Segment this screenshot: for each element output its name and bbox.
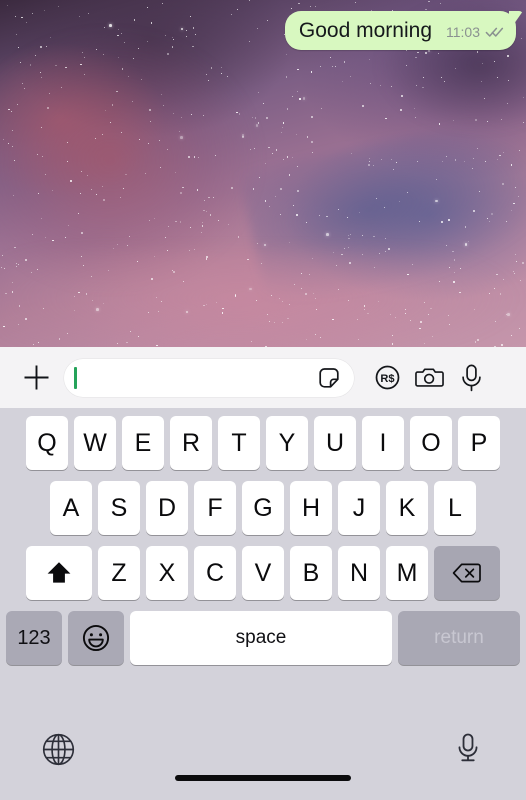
microphone-icon [461,364,481,391]
on-screen-keyboard: QWERTYUIOP ASDFGHJKL ZXCVBNM 123 space r… [0,408,526,713]
phone-screen: Good morning 11:03 R$ Q W E R T Y U I O … [0,0,526,800]
key-v[interactable]: V [242,546,284,600]
keyboard-row-3: ZXCVBNM [0,546,526,600]
keyboard-row-3-letters: ZXCVBNM [98,546,428,600]
backspace-key[interactable] [434,546,500,600]
numbers-key[interactable]: 123 [6,611,62,665]
message-timestamp: 11:03 [446,24,480,40]
brl-payment-icon: R$ [375,365,399,390]
key-z[interactable]: Z [98,546,140,600]
shift-key[interactable] [26,546,92,600]
key-h[interactable]: H [290,481,332,535]
message-bubble-outgoing[interactable]: Good morning 11:03 [284,11,516,51]
key-q[interactable]: Q [26,416,68,470]
key-k[interactable]: K [386,481,428,535]
language-switch-button[interactable] [36,727,80,771]
key-x[interactable]: X [146,546,188,600]
double-check-icon [485,27,504,37]
key-d[interactable]: D [146,481,188,535]
keyboard-row-2: ASDFGHJKL [0,481,526,535]
sticker-icon [319,367,339,388]
key-s[interactable]: S [98,481,140,535]
emoji-key[interactable] [68,611,124,665]
key-g[interactable]: G [242,481,284,535]
keyboard-bottom-bar [0,713,526,800]
keyboard-row-1: QWERTYUIOP [0,416,526,470]
key-c[interactable]: C [194,546,236,600]
plus-icon [24,365,48,390]
key-p[interactable]: P [458,416,500,470]
key-i[interactable]: I [362,416,404,470]
key-y[interactable]: Y [266,416,308,470]
star-field [0,0,526,347]
camera-button[interactable] [408,357,450,399]
key-b[interactable]: B [290,546,332,600]
message-text: Good morning [298,19,432,42]
globe-icon [42,733,74,765]
payment-button[interactable]: R$ [366,357,408,399]
home-indicator[interactable] [175,775,351,781]
key-f[interactable]: F [194,481,236,535]
svg-text:R$: R$ [380,373,394,385]
message-meta: 11:03 [446,25,504,39]
voice-record-button[interactable] [450,357,492,399]
key-w[interactable]: W [74,416,116,470]
dictation-microphone-icon [458,733,478,762]
backspace-icon [452,563,481,583]
key-u[interactable]: U [314,416,356,470]
key-o[interactable]: O [410,416,452,470]
chat-wallpaper [0,0,526,347]
emoji-smiley-icon [82,624,110,652]
return-key[interactable]: return [398,611,520,665]
keyboard-row-4: 123 space return [0,611,526,665]
key-n[interactable]: N [338,546,380,600]
key-t[interactable]: T [218,416,260,470]
attach-plus-button[interactable] [14,356,58,400]
key-r[interactable]: R [170,416,212,470]
key-m[interactable]: M [386,546,428,600]
space-key[interactable]: space [130,611,392,665]
shift-arrow-icon [47,562,71,583]
sticker-button[interactable] [316,365,342,391]
message-text-field[interactable] [64,358,354,397]
key-e[interactable]: E [122,416,164,470]
key-a[interactable]: A [50,481,92,535]
camera-icon [414,368,444,387]
key-l[interactable]: L [434,481,476,535]
key-j[interactable]: J [338,481,380,535]
text-caret [74,366,77,389]
dictation-button[interactable] [446,727,490,771]
message-input-bar: R$ [0,347,526,408]
